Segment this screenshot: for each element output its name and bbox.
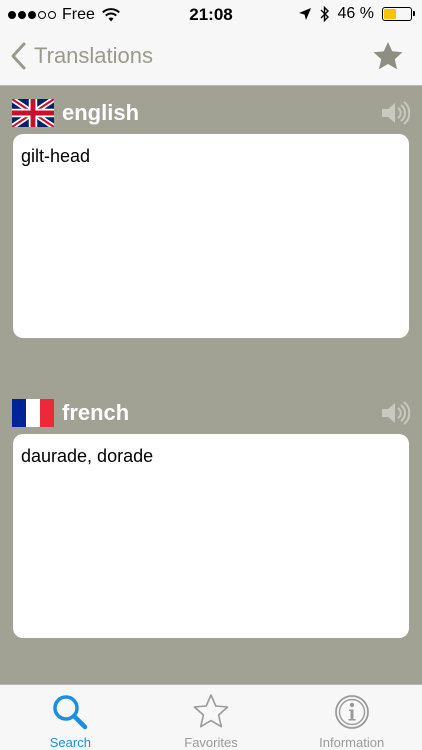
target-language-name: french [62, 400, 130, 425]
tab-favorites[interactable]: Favorites [141, 685, 282, 750]
tab-information-label: Information [319, 735, 385, 750]
favorite-star-icon[interactable] [372, 40, 404, 72]
tab-search[interactable]: Search [0, 685, 141, 750]
france-flag-icon [12, 399, 54, 427]
uk-flag-icon [12, 99, 54, 127]
navigation-bar: Translations [0, 30, 422, 86]
source-text-card[interactable]: gilt-head [13, 134, 409, 338]
chevron-left-icon [11, 42, 26, 70]
tab-information[interactable]: Information [281, 685, 422, 750]
location-arrow-icon [298, 8, 311, 20]
back-button[interactable]: Translations [10, 42, 153, 70]
battery-level [384, 9, 396, 19]
star-icon [193, 694, 229, 728]
target-text-card[interactable]: daurade, dorade [13, 434, 409, 638]
tab-search-label: Search [49, 735, 91, 750]
battery-icon [382, 7, 415, 21]
bluetooth-icon [320, 5, 329, 23]
status-right: 46 % [298, 5, 415, 23]
status-bar: Free 21:08 46 % [0, 0, 422, 30]
source-text: gilt-head [21, 146, 91, 166]
battery-percent: 46 % [337, 5, 374, 22]
speaker-icon[interactable] [380, 401, 410, 425]
tab-favorites-label: Favorites [184, 735, 238, 750]
target-language-header: french [12, 397, 410, 429]
info-icon [334, 695, 369, 729]
source-language-header: english [12, 97, 410, 129]
tab-bar: Search Favorites Information [0, 684, 422, 750]
back-button-label: Translations [34, 43, 154, 68]
source-language-name: english [62, 100, 140, 125]
search-icon [53, 695, 88, 730]
target-text: daurade, dorade [21, 446, 154, 466]
speaker-icon[interactable] [380, 101, 410, 125]
